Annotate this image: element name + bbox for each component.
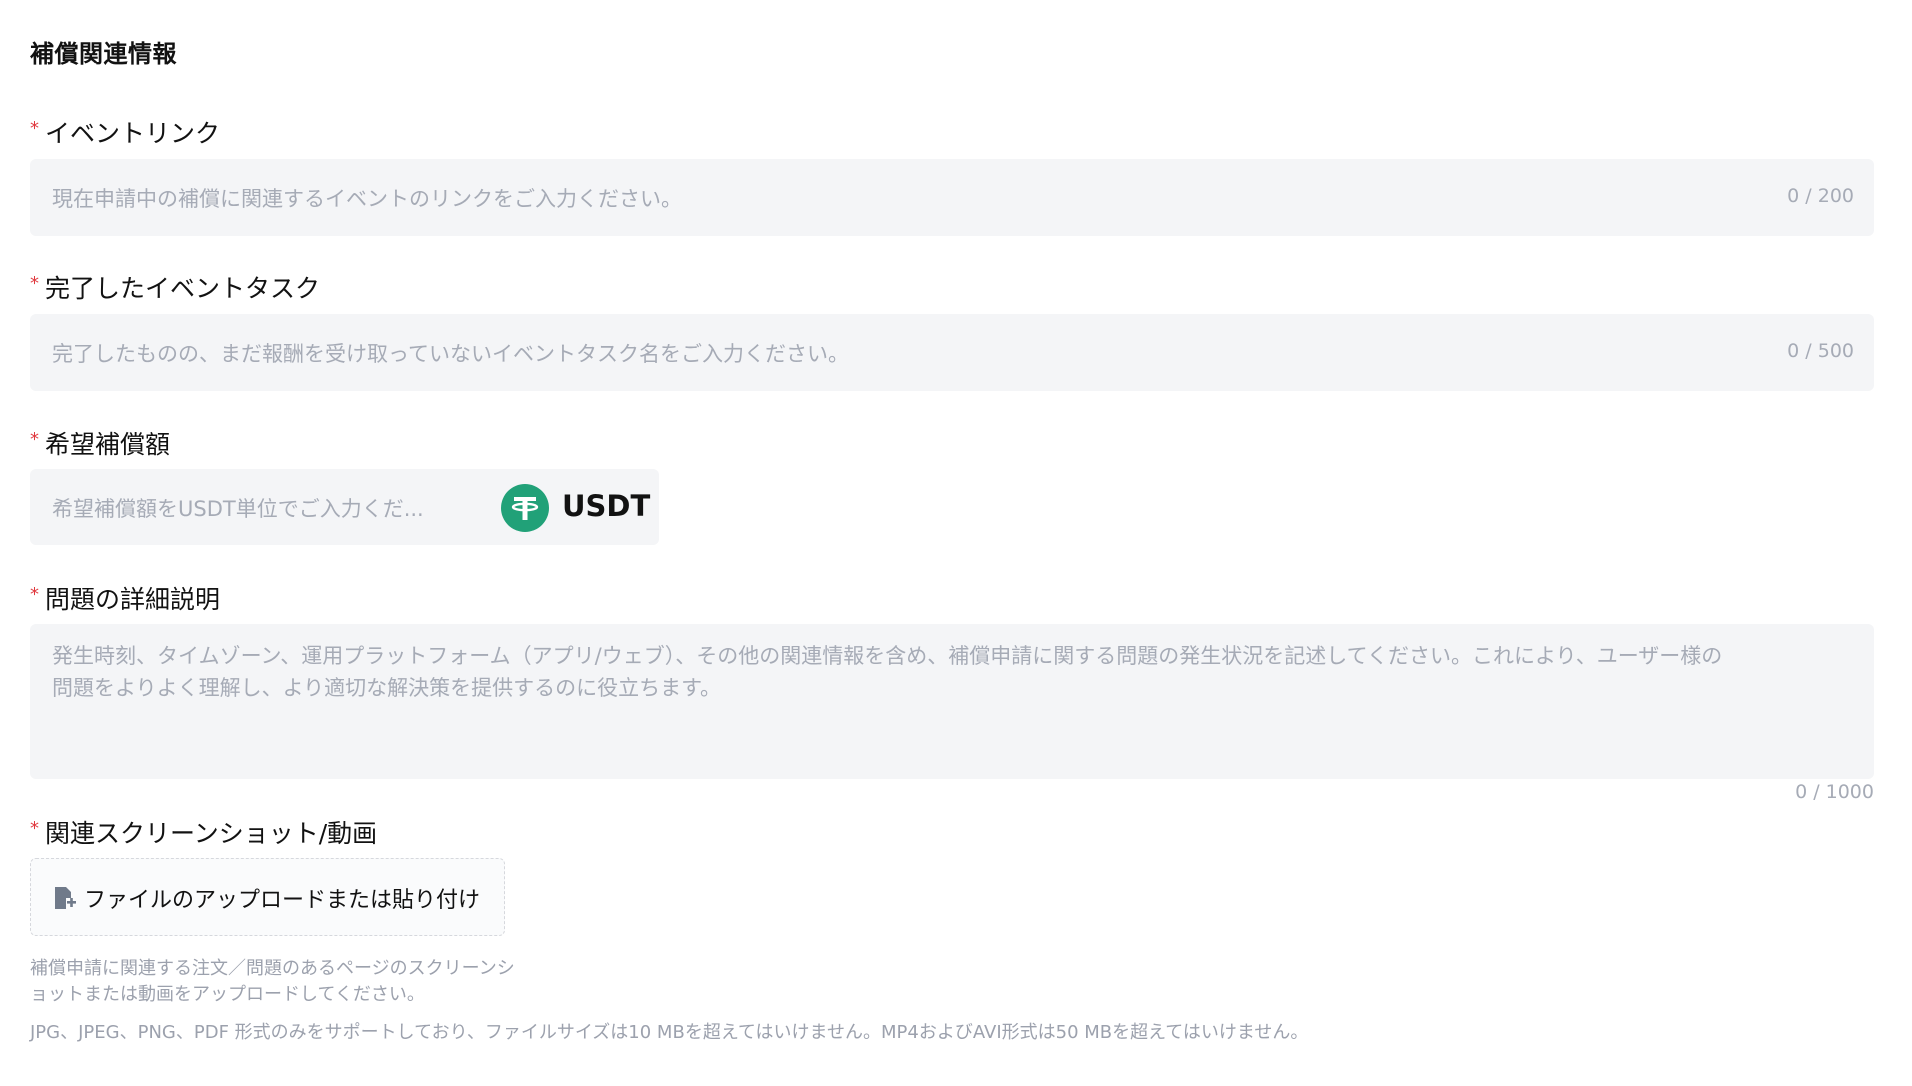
event-link-label: * イベントリンク [30, 118, 221, 148]
file-add-icon [55, 887, 76, 909]
event-link-input[interactable]: 現在申請中の補償に関連するイベントのリンクをご入力ください。 0 / 200 [30, 159, 1874, 236]
compensation-amount-input[interactable]: 希望補償額をUSDT単位でご入力くだ... USDT [30, 469, 659, 545]
upload-hint: 補償申請に関連する注文／問題のあるページのスクリーンシ ョットまたは動画をアップ… [30, 958, 515, 1005]
upload-label: ファイルのアップロードまたは貼り付け [84, 888, 481, 913]
upload-button[interactable]: ファイルのアップロードまたは貼り付け [30, 858, 505, 936]
section-title: 補償関連情報 [30, 40, 177, 68]
event-task-input[interactable]: 完了したものの、まだ報酬を受け取っていないイベントタスク名をご入力ください。 0… [30, 314, 1874, 391]
required-mark: * [30, 818, 39, 839]
description-counter: 0 / 1000 [1795, 781, 1874, 803]
tether-icon [501, 484, 549, 532]
supported-formats: JPG、JPEG、PNG、PDF 形式のみをサポートしており、ファイルサイズは1… [30, 1022, 1309, 1043]
currency-label: USDT [562, 489, 651, 523]
description-label: * 問題の詳細説明 [30, 584, 221, 614]
compensation-placeholder: 希望補償額をUSDT単位でご入力くだ... [52, 497, 424, 521]
event-link-counter: 0 / 200 [1787, 185, 1854, 207]
event-link-placeholder: 現在申請中の補償に関連するイベントのリンクをご入力ください。 [52, 187, 682, 211]
event-task-counter: 0 / 500 [1787, 340, 1854, 362]
description-textarea[interactable]: 発生時刻、タイムゾーン、運用プラットフォーム（アプリ/ウェブ）、その他の関連情報… [30, 624, 1874, 779]
event-task-placeholder: 完了したものの、まだ報酬を受け取っていないイベントタスク名をご入力ください。 [52, 342, 849, 366]
required-mark: * [30, 584, 39, 605]
required-mark: * [30, 273, 39, 294]
compensation-label: * 希望補償額 [30, 429, 171, 459]
attachments-label: * 関連スクリーンショット/動画 [30, 818, 378, 848]
required-mark: * [30, 118, 39, 139]
description-placeholder: 発生時刻、タイムゾーン、運用プラットフォーム（アプリ/ウェブ）、その他の関連情報… [52, 644, 1723, 700]
required-mark: * [30, 429, 39, 450]
event-task-label: * 完了したイベントタスク [30, 273, 321, 303]
